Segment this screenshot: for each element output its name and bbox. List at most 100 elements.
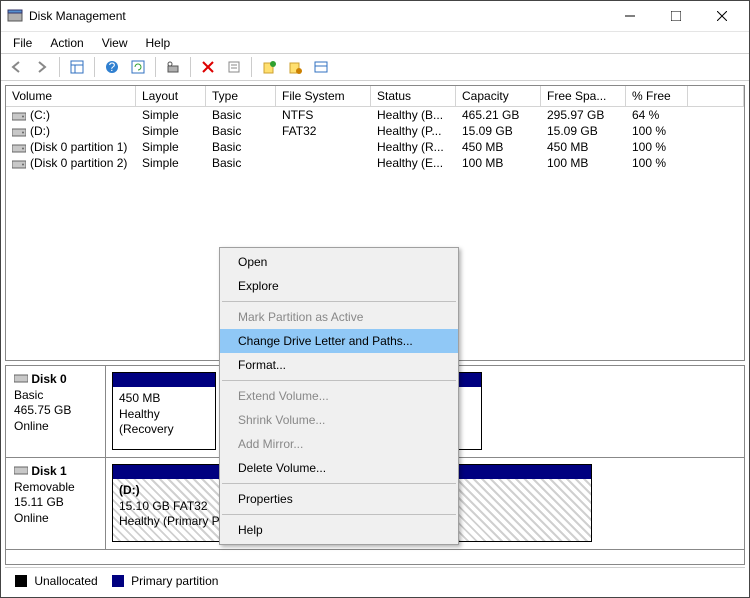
menubar: File Action View Help [1, 31, 749, 53]
volume-name: (C:) [30, 108, 50, 122]
context-item[interactable]: Properties [220, 487, 458, 511]
drive-icon [12, 110, 26, 120]
context-menu[interactable]: OpenExplore Mark Partition as ActiveChang… [219, 247, 459, 545]
disk-size: 15.11 GB [14, 495, 64, 509]
volume-capacity: 100 MB [456, 155, 541, 171]
volume-capacity: 465.21 GB [456, 107, 541, 123]
col-status[interactable]: Status [371, 86, 456, 107]
delete-button[interactable] [197, 56, 219, 78]
col-layout[interactable]: Layout [136, 86, 206, 107]
volume-status: Healthy (E... [371, 155, 456, 171]
context-item[interactable]: Format... [220, 353, 458, 377]
menu-view[interactable]: View [94, 34, 136, 52]
drive-icon [12, 126, 26, 136]
volume-pctfree: 64 % [626, 107, 688, 123]
volume-fs: FAT32 [276, 123, 371, 139]
volume-row[interactable]: (D:)SimpleBasicFAT32Healthy (P...15.09 G… [6, 123, 744, 139]
context-item: Extend Volume... [220, 384, 458, 408]
volume-fs [276, 155, 371, 171]
volume-type: Basic [206, 107, 276, 123]
volume-pctfree: 100 % [626, 123, 688, 139]
toolbar-sep [155, 57, 156, 77]
volume-type: Basic [206, 155, 276, 171]
volume-status: Healthy (R... [371, 139, 456, 155]
legend-primary: Primary partition [112, 574, 219, 588]
legend-swatch-primary [112, 575, 124, 587]
volume-row[interactable]: (Disk 0 partition 2)SimpleBasicHealthy (… [6, 155, 744, 171]
show-hide-tree-button[interactable] [66, 56, 88, 78]
partition[interactable]: 450 MBHealthy (Recovery [112, 372, 216, 450]
window: Disk Management File Action View Help ? … [0, 0, 750, 598]
help-button[interactable]: ? [101, 56, 123, 78]
col-filesystem[interactable]: File System [276, 86, 371, 107]
app-icon [7, 8, 23, 24]
col-pctfree[interactable]: % Free [626, 86, 688, 107]
context-item: Mark Partition as Active [220, 305, 458, 329]
disk-status: Online [14, 419, 49, 433]
maximize-button[interactable] [653, 1, 699, 31]
volume-layout: Simple [136, 123, 206, 139]
context-item[interactable]: Open [220, 250, 458, 274]
volume-pctfree: 100 % [626, 139, 688, 155]
context-item[interactable]: Delete Volume... [220, 456, 458, 480]
volume-free: 295.97 GB [541, 107, 626, 123]
menu-action[interactable]: Action [42, 34, 91, 52]
volume-fs [276, 139, 371, 155]
context-item[interactable]: Change Drive Letter and Paths... [220, 329, 458, 353]
refresh-button[interactable] [127, 56, 149, 78]
disk-type: Removable [14, 480, 75, 494]
col-freespace[interactable]: Free Spa... [541, 86, 626, 107]
volume-status: Healthy (B... [371, 107, 456, 123]
partition-line1: 15.10 GB FAT32 [119, 499, 208, 513]
minimize-button[interactable] [607, 1, 653, 31]
disk-type: Basic [14, 388, 43, 402]
volume-name: (Disk 0 partition 1) [30, 140, 127, 154]
properties-button[interactable] [223, 56, 245, 78]
titlebar: Disk Management [1, 1, 749, 31]
partition-body: 450 MBHealthy (Recovery [113, 387, 215, 449]
legend-label: Primary partition [131, 574, 218, 588]
volume-name: (Disk 0 partition 2) [30, 156, 127, 170]
partition-title: (D:) [119, 483, 140, 497]
context-item: Shrink Volume... [220, 408, 458, 432]
col-spacer [688, 86, 744, 107]
toolbar-sep [190, 57, 191, 77]
volume-free: 450 MB [541, 139, 626, 155]
svg-text:?: ? [109, 60, 116, 74]
context-item[interactable]: Explore [220, 274, 458, 298]
toolbar-sep [251, 57, 252, 77]
partition-line1: 450 MB [119, 391, 160, 405]
volume-capacity: 15.09 GB [456, 123, 541, 139]
menu-file[interactable]: File [5, 34, 40, 52]
disk-status: Online [14, 511, 49, 525]
volume-type: Basic [206, 123, 276, 139]
menu-help[interactable]: Help [138, 34, 179, 52]
context-item[interactable]: Help [220, 518, 458, 542]
disk-icon [14, 464, 28, 478]
col-type[interactable]: Type [206, 86, 276, 107]
col-capacity[interactable]: Capacity [456, 86, 541, 107]
new-simple-volume-button[interactable] [258, 56, 280, 78]
disk-info[interactable]: Disk 1Removable15.11 GBOnline [6, 458, 106, 549]
volume-settings-button[interactable] [284, 56, 306, 78]
legend: Unallocated Primary partition [5, 567, 745, 593]
view-settings-button[interactable] [310, 56, 332, 78]
volume-type: Basic [206, 139, 276, 155]
disk-size: 465.75 GB [14, 403, 71, 417]
toolbar-sep [59, 57, 60, 77]
volume-free: 15.09 GB [541, 123, 626, 139]
volume-capacity: 450 MB [456, 139, 541, 155]
context-separator [222, 514, 456, 515]
disk-name: Disk 0 [31, 372, 66, 386]
legend-label: Unallocated [34, 574, 97, 588]
close-button[interactable] [699, 1, 745, 31]
volume-row[interactable]: (C:)SimpleBasicNTFSHealthy (B...465.21 G… [6, 107, 744, 123]
forward-button[interactable] [31, 56, 53, 78]
rescan-button[interactable] [162, 56, 184, 78]
col-volume[interactable]: Volume [6, 86, 136, 107]
disk-info[interactable]: Disk 0 Basic465.75 GB Online [6, 366, 106, 457]
drive-icon [12, 158, 26, 168]
volume-row[interactable]: (Disk 0 partition 1)SimpleBasicHealthy (… [6, 139, 744, 155]
partition-header [113, 373, 215, 387]
back-button[interactable] [5, 56, 27, 78]
